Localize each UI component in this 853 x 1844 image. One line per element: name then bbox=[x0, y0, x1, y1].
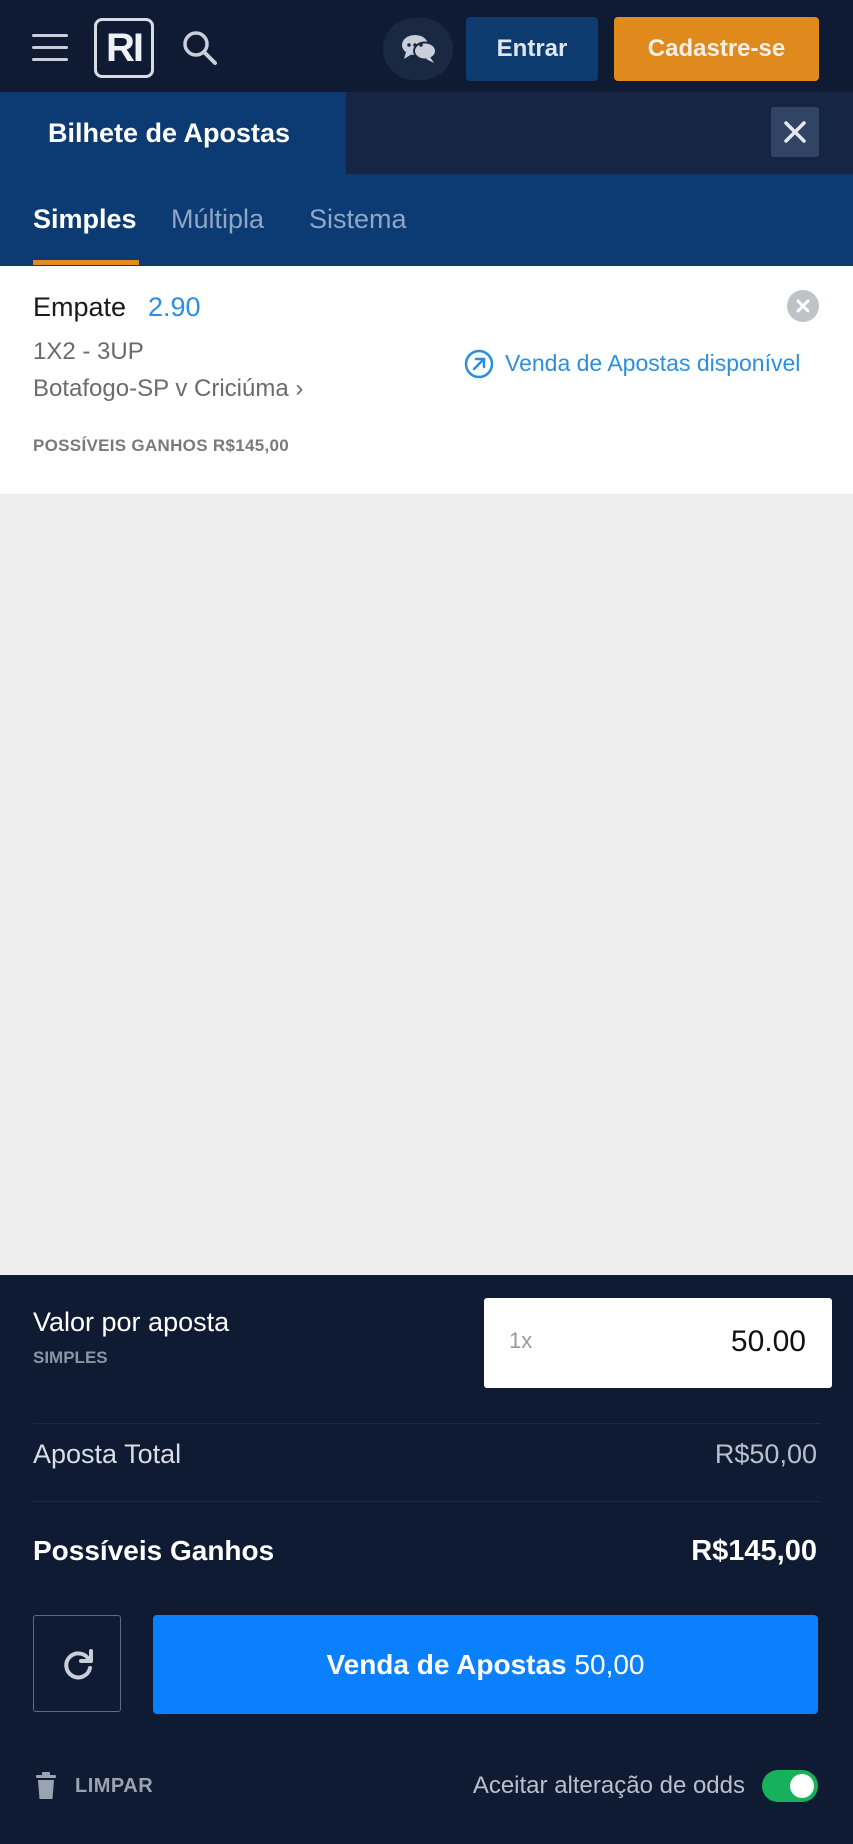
betslip-title-tab: Bilhete de Apostas bbox=[0, 92, 346, 174]
accept-odds-toggle[interactable] bbox=[762, 1770, 818, 1802]
stake-multiplier: 1x bbox=[509, 1328, 533, 1353]
chat-icon[interactable] bbox=[383, 18, 453, 80]
possible-gains-label: Possíveis Ganhos bbox=[33, 1535, 275, 1566]
close-icon[interactable] bbox=[771, 107, 819, 157]
remove-selection-icon[interactable] bbox=[787, 290, 819, 322]
total-stake-label: Aposta Total bbox=[33, 1439, 182, 1469]
cashout-text: Venda de Apostas disponível bbox=[505, 350, 801, 376]
chevron-right-icon: › bbox=[295, 375, 304, 402]
trash-icon bbox=[36, 1772, 56, 1799]
clear-label: LIMPAR bbox=[75, 1775, 154, 1797]
stake-type-label: SIMPLES bbox=[33, 1348, 108, 1367]
stake-label: Valor por aposta bbox=[33, 1307, 230, 1337]
event-name: Botafogo-SP v Criciúma bbox=[33, 375, 289, 402]
bet-selection-card: Empate 2.90 1X2 - 3UP Botafogo-SP v Cric… bbox=[0, 266, 853, 494]
refresh-button[interactable] bbox=[33, 1615, 121, 1712]
site-logo[interactable]: RI bbox=[94, 18, 154, 78]
possible-gains-text: POSSÍVEIS GANHOS R$145,00 bbox=[33, 436, 289, 455]
event-link[interactable]: Botafogo-SP v Criciúma › bbox=[33, 375, 303, 403]
selection-name: Empate bbox=[33, 292, 127, 322]
market-name: 1X2 - 3UP bbox=[33, 338, 144, 365]
login-button[interactable]: Entrar bbox=[466, 17, 598, 81]
stake-input[interactable] bbox=[606, 1320, 806, 1364]
refresh-icon bbox=[64, 1649, 93, 1680]
search-icon[interactable] bbox=[180, 28, 220, 68]
betslip-title: Bilhete de Apostas bbox=[48, 118, 291, 148]
active-tab-indicator bbox=[33, 260, 139, 265]
tab-sistema[interactable]: Sistema bbox=[309, 204, 407, 235]
top-header: RI Entrar Cadastre-se bbox=[0, 0, 853, 92]
betslip-header: Bilhete de Apostas bbox=[0, 92, 853, 174]
stake-field[interactable]: 1x bbox=[484, 1298, 832, 1388]
divider bbox=[33, 1501, 820, 1502]
hamburger-menu-icon[interactable] bbox=[32, 34, 68, 62]
place-bet-button[interactable]: Venda de Apostas 50,00 bbox=[153, 1615, 818, 1714]
signup-button[interactable]: Cadastre-se bbox=[614, 17, 819, 81]
total-stake-value: R$50,00 bbox=[714, 1439, 817, 1469]
place-bet-label: Venda de Apostas bbox=[326, 1648, 567, 1680]
bet-type-tabs: Simples Múltipla Sistema bbox=[0, 174, 853, 266]
cashout-available: Venda de Apostas disponível bbox=[463, 346, 823, 382]
betslip-footer: Valor por aposta SIMPLES 1x Aposta Total… bbox=[0, 1275, 853, 1844]
place-bet-amount: 50,00 bbox=[574, 1648, 645, 1680]
divider bbox=[33, 1423, 820, 1424]
accept-odds-label: Aceitar alteração de odds bbox=[472, 1772, 745, 1799]
tab-multipla[interactable]: Múltipla bbox=[171, 204, 264, 235]
tab-simples[interactable]: Simples bbox=[33, 204, 137, 235]
toggle-knob bbox=[790, 1774, 814, 1798]
possible-gains-value: R$145,00 bbox=[691, 1535, 817, 1567]
selection-odds: 2.90 bbox=[148, 292, 201, 322]
cashout-icon bbox=[464, 349, 494, 379]
